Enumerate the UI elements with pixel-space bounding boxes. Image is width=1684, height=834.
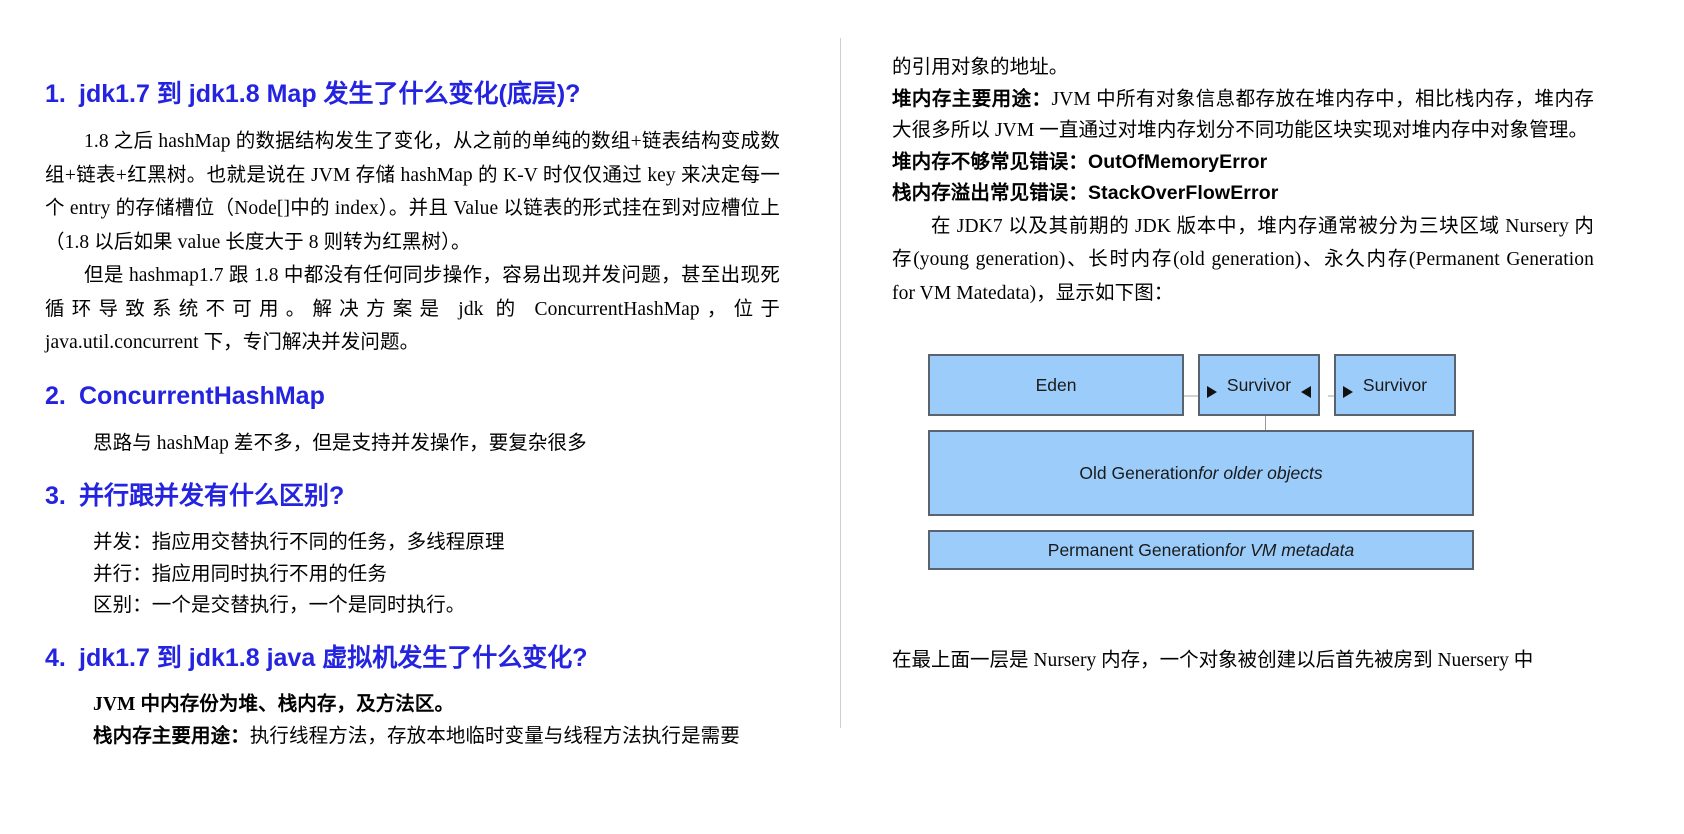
section-heading-1: 1. jdk1.7 到 jdk1.8 Map 发生了什么变化(底层)? [45, 78, 780, 111]
stack-error-value: StackOverFlowError [1088, 182, 1279, 205]
definition-difference: 区别：一个是交替执行，一个是同时执行。 [93, 595, 466, 617]
survivor-1-label: Survivor [1226, 374, 1292, 395]
section-heading-3: 3. 并行跟并发有什么区别? [45, 480, 780, 513]
diagram-box-survivor-2: Survivor [1334, 354, 1456, 417]
jdk7-heap-regions-paragraph: 在 JDK7 以及其前期的 JDK 版本中，堆内存通常被分为三块区域 Nurse… [892, 215, 1594, 304]
stack-memory-usage: 栈内存主要用途：执行线程方法，存放本地临时变量与线程方法执行是需要 [93, 721, 780, 753]
right-column: 的引用对象的地址。 堆内存主要用途：JVM 中所有对象信息都存放在堆内存中，相比… [840, 0, 1684, 834]
arrow-left-icon [1301, 386, 1311, 399]
heap-error-value: OutOfMemoryError [1088, 150, 1268, 173]
diagram-box-eden: Eden [928, 354, 1184, 417]
diagram-box-survivor-1: Survivor [1198, 354, 1320, 417]
left-column: 1. jdk1.7 到 jdk1.8 Map 发生了什么变化(底层)? 1.8 之… [0, 0, 840, 834]
heap-memory-usage: 堆内存主要用途：JVM 中所有对象信息都存放在堆内存中，相比栈内存，堆内存大很多… [892, 84, 1594, 147]
permanent-generation-subtitle: for VM metadata [1224, 539, 1355, 560]
continued-line: 的引用对象的地址。 [892, 57, 1069, 78]
heap-error-line: 堆内存不够常见错误：OutOfMemoryError [892, 147, 1594, 179]
young-generation-row: Eden Survivor Survivor [928, 354, 1488, 417]
heap-memory-label: 堆内存主要用途： [892, 88, 1052, 110]
old-generation-subtitle: for older objects [1198, 462, 1323, 483]
nursery-note: 在最上面一层是 Nursery 内存，一个对象被创建以后首先被房到 Nuerse… [892, 650, 1534, 672]
section-heading-2: 2. ConcurrentHashMap [45, 380, 780, 413]
arrow-right-icon [1343, 386, 1353, 399]
permanent-generation-label: Permanent Generation [1047, 539, 1225, 560]
stack-memory-label: 栈内存主要用途： [93, 725, 250, 747]
diagram-box-permanent-generation: Permanent Generation for VM metadata [928, 530, 1474, 571]
eden-label: Eden [1035, 374, 1077, 395]
stack-error-line: 栈内存溢出常见错误：StackOverFlowError [892, 178, 1594, 210]
section-title-1: jdk1.7 到 jdk1.8 Map 发生了什么变化(底层)? [79, 80, 581, 108]
arrow-right-icon [1207, 386, 1217, 399]
old-generation-label: Old Generation [1079, 462, 1199, 483]
stack-error-label: 栈内存溢出常见错误： [892, 183, 1089, 205]
document-page: 1. jdk1.7 到 jdk1.8 Map 发生了什么变化(底层)? 1.8 之… [0, 0, 1684, 834]
definition-concurrency: 并发：指应用交替执行不同的任务，多线程原理 [93, 532, 505, 554]
paragraph-2-1: 思路与 hashMap 差不多，但是支持并发操作，要复杂很多 [93, 432, 587, 454]
section-number-3: 3. [45, 482, 66, 511]
section-number-2: 2. [45, 381, 66, 410]
section-number-4: 4. [45, 643, 66, 672]
survivor-2-label: Survivor [1362, 374, 1428, 395]
section-title-4: jdk1.7 到 jdk1.8 java 虚拟机发生了什么变化? [79, 643, 588, 672]
stack-memory-text: 执行线程方法，存放本地临时变量与线程方法执行是需要 [249, 725, 740, 747]
diagram-box-old-generation: Old Generation for older objects [928, 430, 1474, 517]
heap-error-label: 堆内存不够常见错误： [892, 151, 1089, 173]
jvm-memory-diagram: Eden Survivor Survivor Old Generation fo… [928, 354, 1488, 571]
paragraph-1-1: 1.8 之后 hashMap 的数据结构发生了变化，从之前的单纯的数组+链表结构… [45, 131, 780, 253]
jvm-memory-summary: JVM 中内存份为堆、栈内存，及方法区。 [93, 693, 455, 715]
paragraph-1-2: 但是 hashmap1.7 跟 1.8 中都没有任何同步操作，容易出现并发问题，… [45, 265, 780, 354]
section-title-2: ConcurrentHashMap [79, 381, 325, 410]
definition-parallelism: 并行：指应用同时执行不用的任务 [93, 563, 388, 585]
section-number-1: 1. [45, 80, 66, 108]
section-heading-4: 4. jdk1.7 到 jdk1.8 java 虚拟机发生了什么变化? [45, 642, 780, 675]
section-title-3: 并行跟并发有什么区别? [79, 482, 345, 511]
